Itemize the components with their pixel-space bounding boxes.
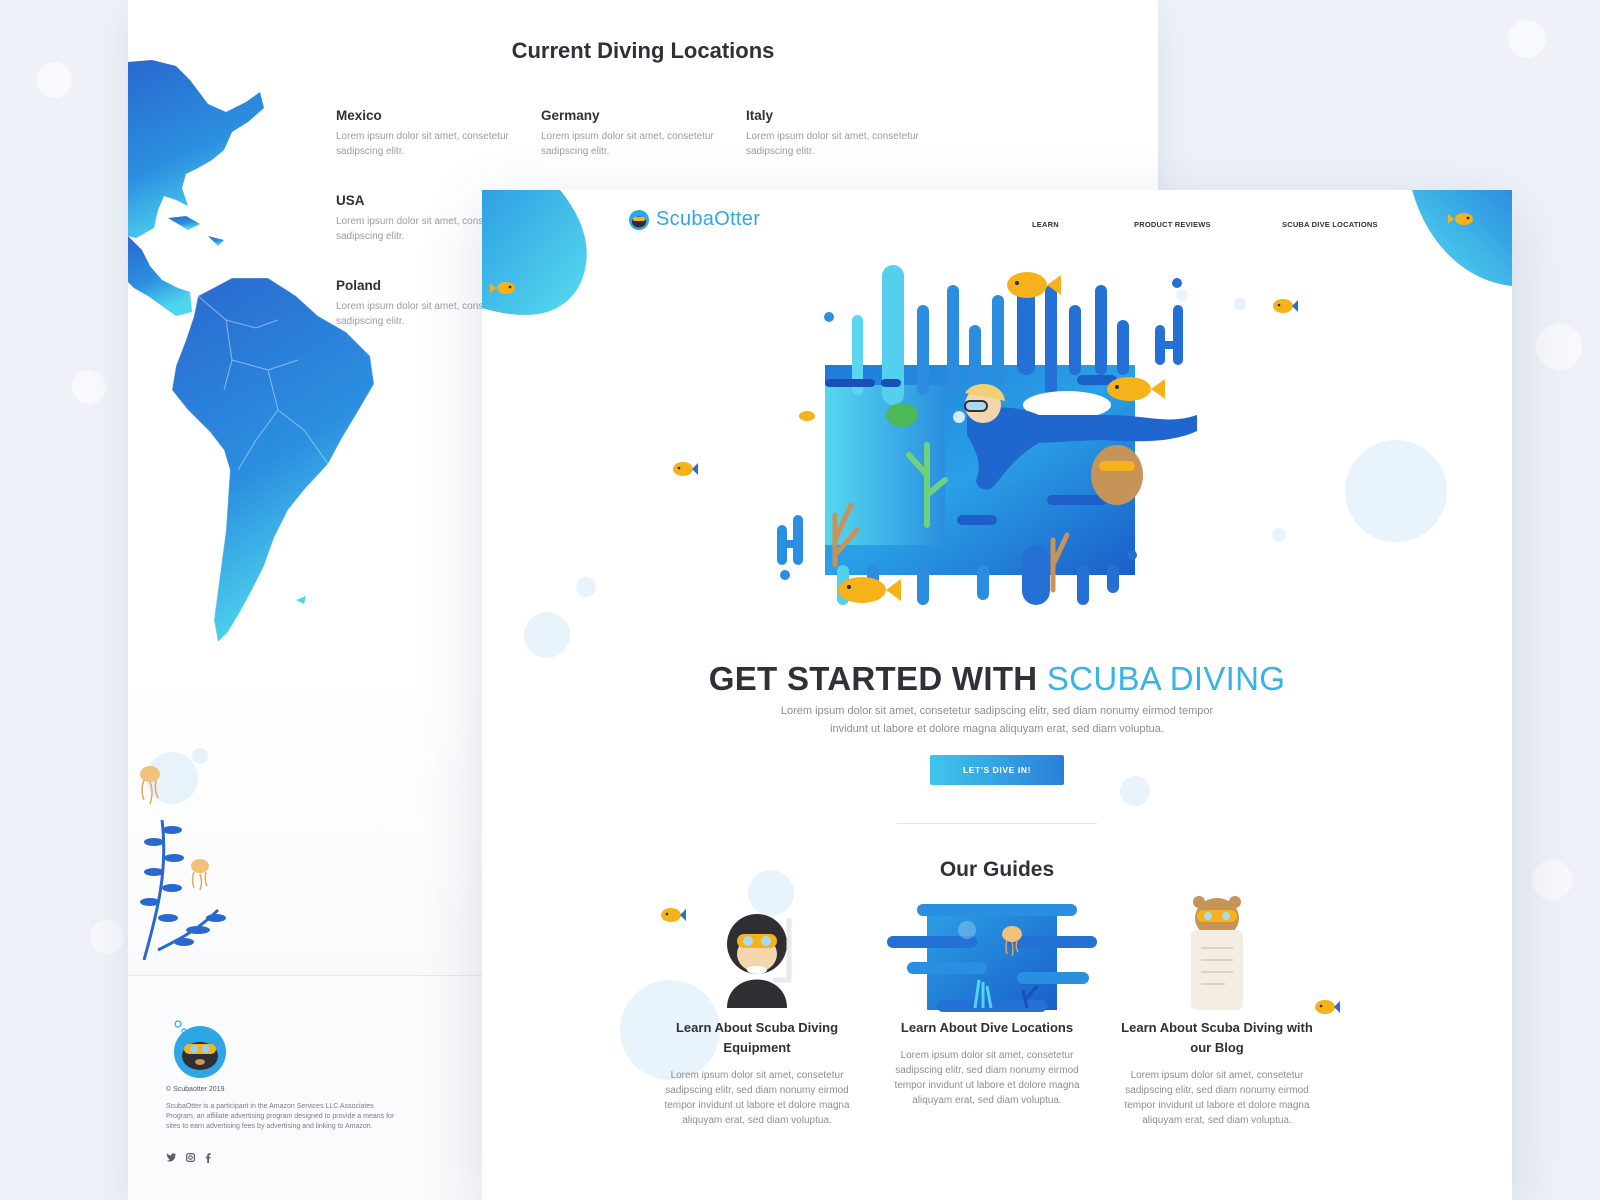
fish-icon [1273, 299, 1298, 313]
location-italy[interactable]: Italy Lorem ipsum dolor sit amet, conset… [746, 108, 931, 159]
brand-name: ScubaOtter [656, 208, 761, 230]
guide-title: Learn About Scuba Diving Equipment [675, 1020, 839, 1055]
scuba-diver-avatar-icon [727, 914, 792, 1008]
hero-title-main: GET STARTED WITH [708, 660, 1038, 697]
location-germany[interactable]: Germany Lorem ipsum dolor sit amet, cons… [541, 108, 726, 159]
facebook-icon[interactable] [205, 1153, 211, 1163]
guides-title: Our Guides [939, 858, 1055, 881]
hero-title-accent: SCUBA DIVING [1046, 660, 1286, 697]
social-links [166, 1153, 211, 1163]
instagram-icon[interactable] [186, 1153, 195, 1162]
otter-reading-blog-icon [1191, 896, 1243, 1010]
location-name: Italy [746, 108, 774, 123]
guide-illustration [887, 890, 1097, 1018]
guide-card-blog[interactable]: Learn About Scuba Diving with our Blog L… [1117, 890, 1317, 1128]
guide-title: Learn About Dive Locations [900, 1020, 1074, 1035]
home-page: ScubaOtter LEARN PRODUCT REVIEWS SCUBA D… [482, 190, 1512, 1200]
background-bubble [90, 920, 124, 954]
seaweed-jellyfish-illustration [140, 748, 226, 960]
background-bubble [1532, 860, 1572, 900]
nav-learn[interactable]: LEARN [1032, 220, 1059, 229]
bubble [524, 612, 570, 658]
bubble [1345, 440, 1447, 542]
bubble [1120, 776, 1150, 806]
location-description: Lorem ipsum dolor sit amet, consetetur s… [746, 131, 919, 157]
background-bubble [1508, 20, 1546, 58]
guide-description: Lorem ipsum dolor sit amet, consetetur s… [1124, 1070, 1310, 1126]
location-description: Lorem ipsum dolor sit amet, consetetur s… [541, 131, 714, 157]
underwater-scene-icon [887, 904, 1097, 1012]
nav-product-reviews[interactable]: PRODUCT REVIEWS [1134, 220, 1211, 229]
brand-logo[interactable]: ScubaOtter [628, 208, 760, 231]
twitter-icon[interactable] [166, 1153, 176, 1162]
section-divider [897, 823, 1097, 824]
hero-title: GET STARTED WITH SCUBA DIVING [482, 660, 1512, 698]
otter-logo-icon [629, 209, 649, 230]
scuba-diver-hero-illustration [777, 265, 1197, 605]
guide-description: Lorem ipsum dolor sit amet, consetetur s… [894, 1050, 1080, 1106]
background-bubble [1536, 324, 1582, 370]
guide-illustration [1117, 890, 1317, 1018]
affiliate-disclaimer: ScubaOtter is a participant in the Amazo… [166, 1103, 395, 1130]
decorative-blob [482, 190, 587, 315]
guide-card-locations[interactable]: Learn About Dive Locations Lorem ipsum d… [887, 890, 1097, 1108]
dive-in-button[interactable]: LET'S DIVE IN! [930, 755, 1064, 785]
scubaotter-logo-icon[interactable] [166, 1018, 230, 1078]
nav-scuba-dive-locations[interactable]: SCUBA DIVE LOCATIONS [1282, 220, 1378, 229]
bubble [1272, 528, 1286, 542]
guide-title: Learn About Scuba Diving with our Blog [1121, 1020, 1313, 1055]
bubble [576, 577, 596, 597]
guide-illustration [657, 890, 857, 1018]
fish-icon [1315, 1000, 1340, 1014]
guide-description: Lorem ipsum dolor sit amet, consetetur s… [664, 1070, 850, 1126]
location-name: Germany [541, 108, 600, 123]
location-mexico[interactable]: Mexico Lorem ipsum dolor sit amet, conse… [336, 108, 521, 159]
fish-icon [673, 462, 698, 476]
location-name: Mexico [336, 108, 382, 123]
copyright-text: © Scubaotter 2019 [166, 1086, 225, 1093]
guide-card-equipment[interactable]: Learn About Scuba Diving Equipment Lorem… [657, 890, 857, 1128]
decorative-blob [1412, 190, 1512, 286]
background-bubble [36, 62, 72, 98]
bubble [1234, 298, 1246, 310]
background-bubble [72, 370, 106, 404]
hero-description: Lorem ipsum dolor sit amet, consetetur s… [780, 705, 1214, 735]
location-description: Lorem ipsum dolor sit amet, consetetur s… [336, 131, 509, 157]
